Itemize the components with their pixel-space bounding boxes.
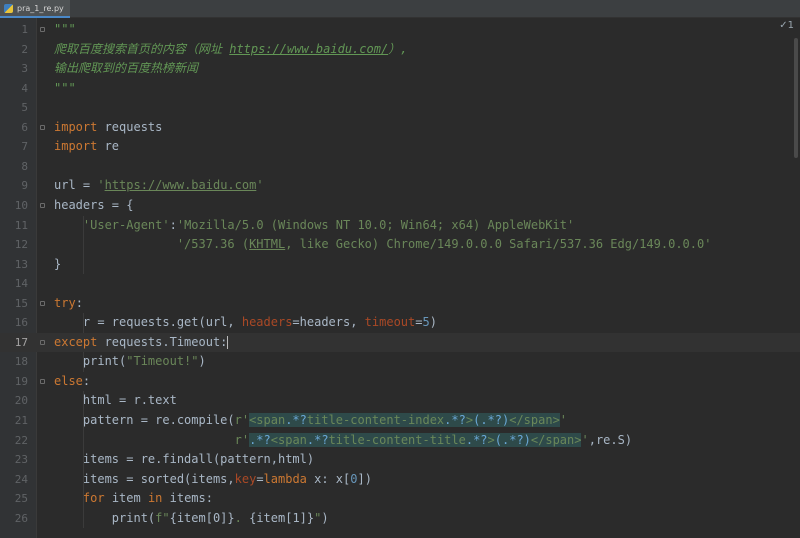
code-line[interactable]: 10 headers = { — [0, 196, 800, 216]
code-line[interactable]: 24 items = sorted(items,key=lambda x: x[… — [0, 470, 800, 490]
code-line[interactable]: 18 print("Timeout!") — [0, 352, 800, 372]
code-line[interactable]: 25 for item in items: — [0, 489, 800, 509]
code-text: items = re.findall(pattern,html) — [54, 452, 315, 467]
code-text: print(f"{item[0]}. {item[1]}") — [54, 510, 329, 525]
line-number: 19 — [14, 374, 28, 388]
indent-guide — [83, 215, 84, 275]
code-text: r'.*?<span.*?title-content-title.*?>(.*?… — [234, 432, 633, 447]
line-number: 9 — [21, 179, 28, 193]
code-line[interactable]: 22 r'.*?<span.*?title-content-title.*?>(… — [0, 431, 800, 451]
code-text: import requests — [54, 119, 163, 134]
line-number: 21 — [14, 414, 28, 427]
code-line[interactable]: 9 url = 'https://www.baidu.com' — [0, 176, 800, 196]
fold-marker-icon[interactable] — [40, 300, 45, 306]
code-text: '/537.36 (KHTML, like Gecko) Chrome/149.… — [176, 237, 712, 252]
line-number: 10 — [14, 198, 28, 212]
line-number: 12 — [14, 238, 28, 252]
code-line[interactable]: 5 — [0, 98, 800, 118]
code-line[interactable]: 13} — [0, 255, 800, 275]
code-line[interactable]: 11 'User-Agent':'Mozilla/5.0 (Windows NT… — [0, 216, 800, 236]
python-file-icon — [4, 4, 13, 13]
line-number: 17 — [14, 335, 28, 349]
text-caret — [227, 335, 229, 349]
code-text: try: — [54, 295, 83, 310]
fold-marker-icon[interactable] — [40, 378, 45, 384]
code-line[interactable]: 8 — [0, 157, 800, 177]
line-number: 26 — [14, 511, 28, 525]
fold-marker-icon[interactable] — [40, 202, 45, 208]
editor-tab-bar: pra_1_re.py — [0, 0, 800, 18]
code-text: """ — [54, 80, 76, 95]
code-line[interactable]: 23 items = re.findall(pattern,html) — [0, 450, 800, 470]
code-line[interactable]: 1 """ — [0, 20, 800, 40]
indent-guide — [83, 313, 84, 333]
code-text: print("Timeout!") — [54, 354, 206, 369]
code-text: pattern = re.compile(r'<span.*?title-con… — [54, 413, 568, 427]
indent-guide — [83, 352, 84, 372]
line-number: 4 — [21, 81, 28, 95]
code-text: import re — [54, 139, 120, 154]
code-line[interactable]: 17 except requests.Timeout: — [0, 332, 800, 353]
code-text: """ — [54, 22, 76, 36]
line-number: 7 — [21, 140, 28, 154]
line-number: 18 — [14, 355, 28, 369]
code-line[interactable]: 7 import re — [0, 137, 800, 157]
line-number: 25 — [14, 492, 28, 506]
code-text: } — [54, 256, 62, 271]
code-editor[interactable]: ✓1 1 """ 2 爬取百度搜索首页的内容（网址 https://www.baidu… — [0, 18, 800, 538]
fold-marker-icon[interactable] — [40, 27, 45, 32]
code-line[interactable]: 14 — [0, 274, 800, 294]
code-line[interactable]: 12 '/537.36 (KHTML, like Gecko) Chrome/1… — [0, 235, 800, 255]
code-text: else: — [54, 373, 91, 388]
code-text: items = sorted(items,key=lambda x: x[0]) — [54, 471, 372, 486]
code-line[interactable]: 16 r = requests.get(url, headers=headers… — [0, 313, 800, 333]
code-text: url = 'https://www.baidu.com' — [54, 178, 264, 193]
line-number: 20 — [14, 394, 28, 408]
code-line[interactable]: 20 html = r.text — [0, 391, 800, 411]
code-line[interactable]: 26 print(f"{item[0]}. {item[1]}") — [0, 509, 800, 529]
line-number: 24 — [14, 472, 28, 486]
line-number: 1 — [21, 23, 28, 36]
line-number: 15 — [14, 296, 28, 310]
line-number: 6 — [21, 120, 28, 134]
code-line[interactable]: 3 输出爬取到的百度热榜新闻 — [0, 59, 800, 79]
code-text: 爬取百度搜索首页的内容（网址 https://www.baidu.com/）, — [54, 41, 408, 56]
code-text: headers = { — [54, 197, 134, 212]
line-number: 13 — [14, 257, 28, 271]
code-text: for item in items: — [82, 491, 213, 506]
code-line[interactable]: 19 else: — [0, 372, 800, 392]
code-line[interactable]: 15 try: — [0, 294, 800, 314]
file-tab[interactable]: pra_1_re.py — [0, 0, 70, 18]
line-number: 11 — [14, 218, 28, 232]
file-tab-label: pra_1_re.py — [17, 4, 64, 13]
line-number: 22 — [14, 433, 28, 447]
fold-marker-icon[interactable] — [40, 124, 45, 130]
line-number: 14 — [14, 277, 28, 291]
code-line[interactable]: 4 """ — [0, 79, 800, 99]
code-line[interactable]: 2 爬取百度搜索首页的内容（网址 https://www.baidu.com/）, — [0, 40, 800, 60]
code-text: r = requests.get(url, headers=headers, t… — [54, 315, 437, 330]
code-line[interactable]: 6 import requests — [0, 118, 800, 138]
line-number: 23 — [14, 453, 28, 467]
code-text: html = r.text — [54, 393, 177, 408]
line-number: 3 — [21, 62, 28, 76]
code-line[interactable]: 21 pattern = re.compile(r'<span.*?title-… — [0, 411, 800, 431]
code-text: 输出爬取到的百度热榜新闻 — [54, 61, 199, 76]
code-text: 'User-Agent':'Mozilla/5.0 (Windows NT 10… — [82, 217, 575, 232]
line-number: 16 — [14, 316, 28, 330]
line-number: 5 — [21, 101, 28, 115]
fold-marker-icon[interactable] — [40, 339, 45, 345]
code-text: except requests.Timeout: — [54, 334, 229, 349]
line-number: 2 — [21, 42, 28, 56]
line-number: 8 — [21, 159, 28, 173]
indent-guide — [83, 391, 84, 529]
